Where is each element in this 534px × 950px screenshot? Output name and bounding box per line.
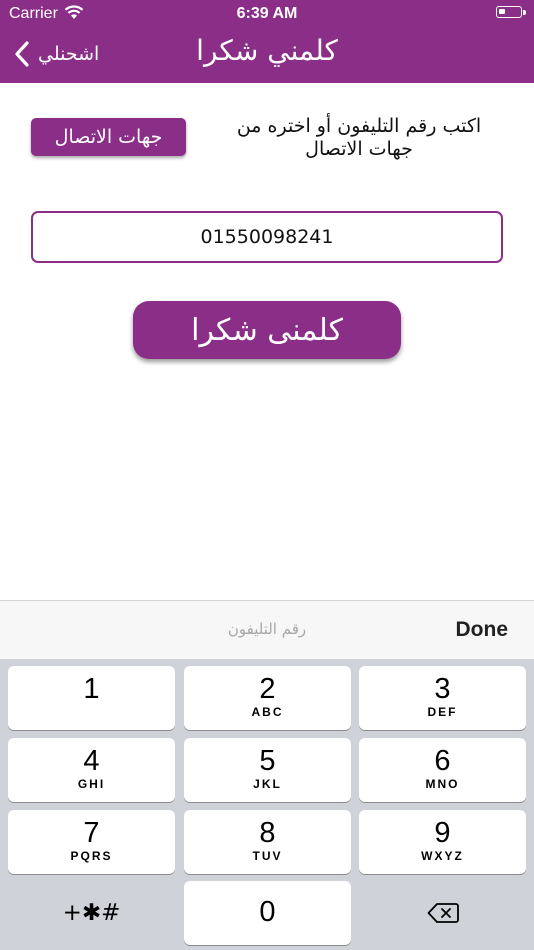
done-button[interactable]: Done xyxy=(456,618,509,642)
accessory-hint: رقم التليفون xyxy=(227,620,307,638)
nav-bar: Carrier 6:39 AM اشحنلي كلمني شكرا xyxy=(0,0,534,83)
key-3[interactable]: 3 DEF xyxy=(359,666,526,730)
contacts-button[interactable]: جهات الاتصال xyxy=(31,118,186,156)
call-button[interactable]: كلمنى شكرا xyxy=(133,301,401,359)
page-title: كلمني شكرا xyxy=(196,34,338,67)
key-1[interactable]: 1 xyxy=(8,666,175,730)
symbols-key-label: +✱# xyxy=(62,900,121,926)
keyboard-accessory-bar: رقم التليفون Done xyxy=(0,600,534,660)
key-9[interactable]: 9 WXYZ xyxy=(359,810,526,874)
battery-icon xyxy=(496,6,526,18)
status-bar: Carrier 6:39 AM xyxy=(0,0,534,28)
backspace-icon xyxy=(427,903,459,923)
status-time: 6:39 AM xyxy=(236,5,298,22)
numeric-keypad: 1 2 ABC 3 DEF 4 GHI 5 JKL 6 MNO 7 PQRS 8… xyxy=(0,659,534,950)
instructions-text: اكتب رقم التليفون أو اختره من جهات الاتص… xyxy=(236,115,482,160)
key-2[interactable]: 2 ABC xyxy=(184,666,351,730)
key-7[interactable]: 7 PQRS xyxy=(8,810,175,874)
delete-key[interactable] xyxy=(359,881,526,945)
key-0[interactable]: 0 xyxy=(184,881,351,945)
key-8[interactable]: 8 TUV xyxy=(184,810,351,874)
phone-number-input[interactable] xyxy=(31,211,503,263)
key-5[interactable]: 5 JKL xyxy=(184,738,351,802)
key-4[interactable]: 4 GHI xyxy=(8,738,175,802)
key-6[interactable]: 6 MNO xyxy=(359,738,526,802)
symbols-key[interactable]: +✱# xyxy=(8,881,175,945)
